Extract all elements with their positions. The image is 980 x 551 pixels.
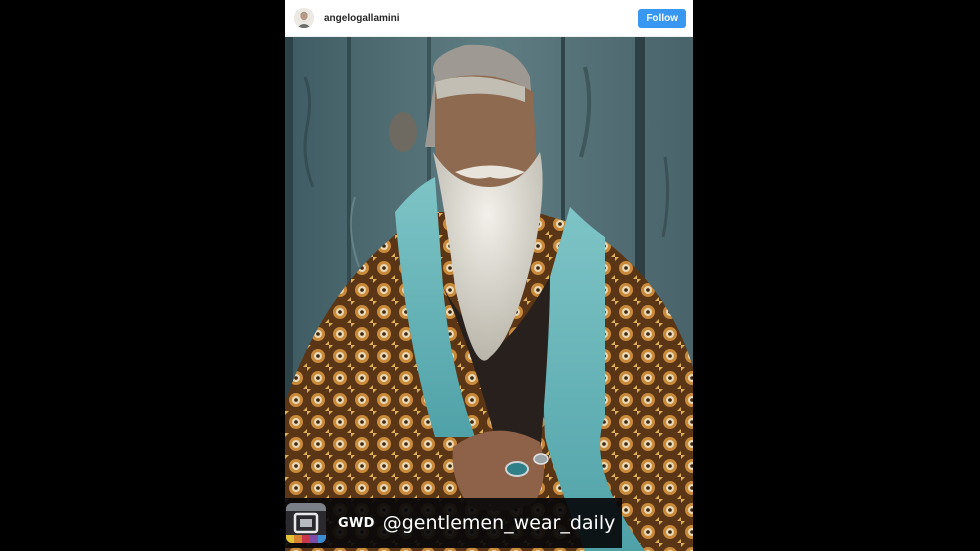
avatar-image xyxy=(294,8,314,28)
watermark-handle: @gentlemen_wear_daily xyxy=(382,512,616,534)
watermark-banner: GWD @gentlemen_wear_daily xyxy=(285,498,622,548)
instagram-embed: angelogallamini Follow GWD @gentlemen_we… xyxy=(285,0,693,551)
follow-button[interactable]: Follow xyxy=(638,8,686,28)
username[interactable]: angelogallamini xyxy=(324,13,638,24)
avatar[interactable] xyxy=(294,8,314,28)
gwd-logo xyxy=(286,503,326,543)
watermark-brand: GWD xyxy=(338,515,375,531)
post-image xyxy=(285,37,693,551)
post-header: angelogallamini Follow xyxy=(285,0,693,37)
post-photo xyxy=(285,37,693,551)
gwd-logo-icon xyxy=(286,503,326,543)
